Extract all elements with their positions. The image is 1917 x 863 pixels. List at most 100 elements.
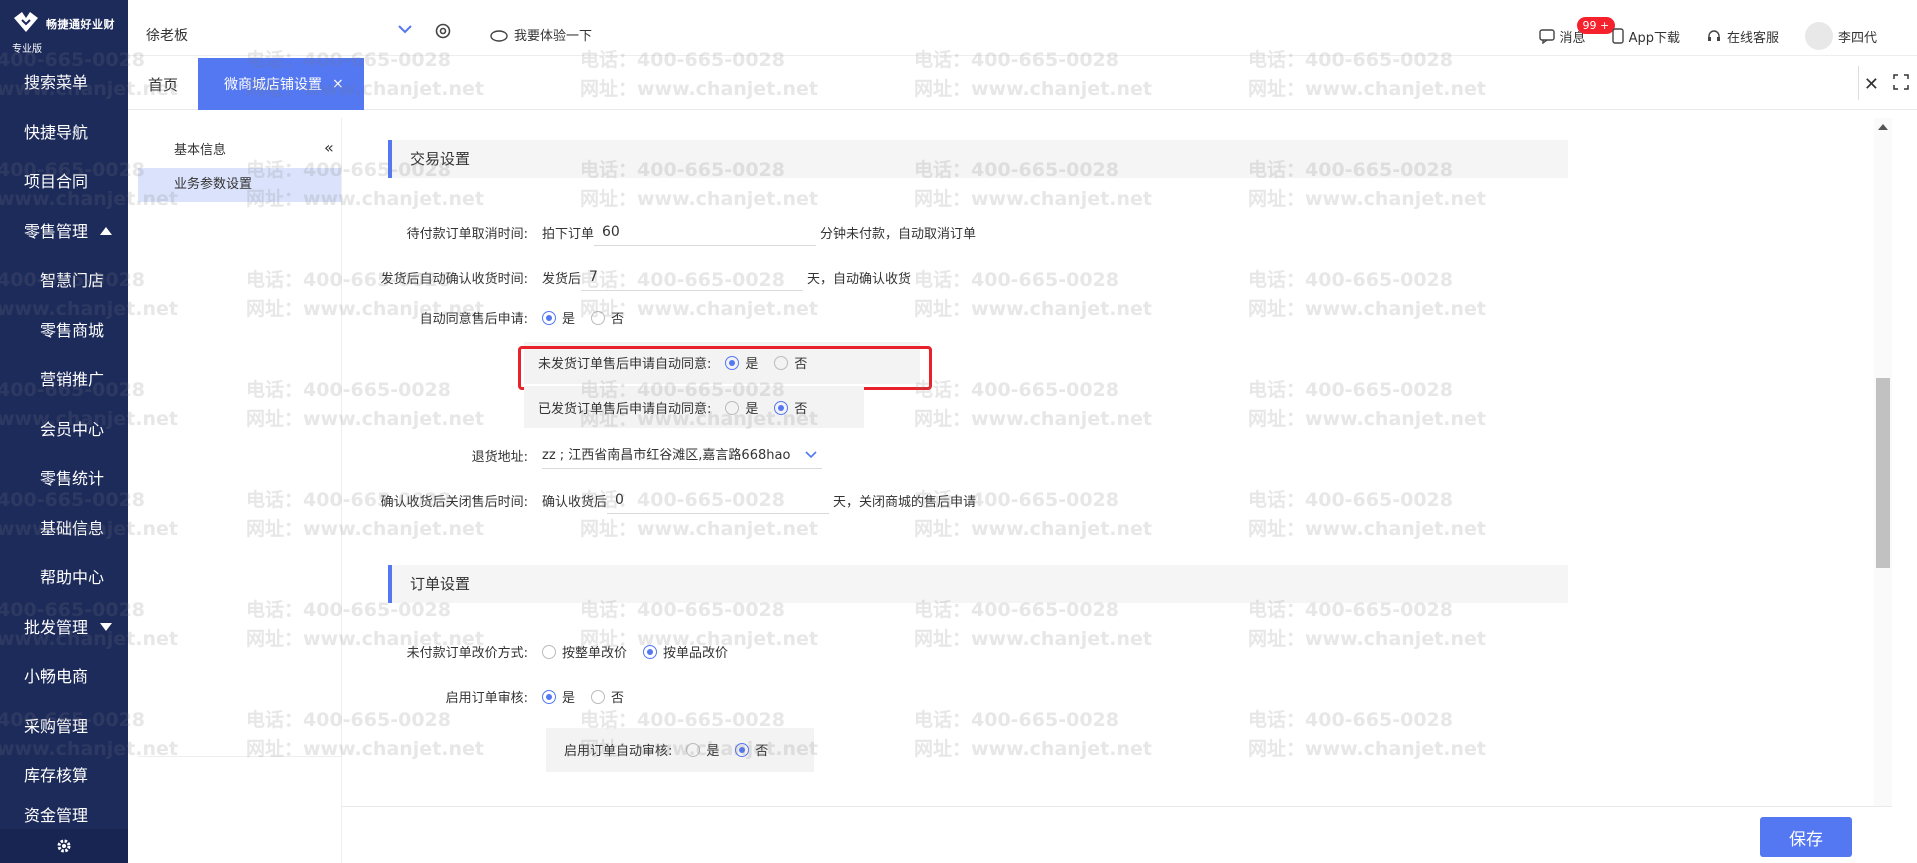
sidebar-item[interactable]: 会员中心 (0, 405, 128, 455)
sidebar-item-label: 库存核算 (24, 766, 89, 785)
sidebar-settings[interactable] (0, 829, 128, 863)
footer-bar: 保存 (342, 806, 1892, 863)
scrollbar[interactable] (1874, 118, 1892, 808)
radio-label: 按单品改价 (663, 646, 729, 661)
message-icon (1538, 29, 1555, 44)
sidebar-item[interactable]: 项目合同 (0, 157, 128, 207)
radio-shipped-no[interactable]: 否 (774, 398, 807, 417)
close-icon[interactable]: × (332, 76, 344, 92)
field-label: 退货地址: (471, 449, 528, 465)
online-service-button[interactable]: 在线客服 (1706, 27, 1779, 46)
radio-auto-agree-no[interactable]: 否 (591, 308, 624, 327)
sidebar-item[interactable]: 帮助中心 (0, 553, 128, 603)
row-auto-agree: 自动同意售后申请: 是 否 (342, 308, 640, 327)
sidebar-item[interactable]: 零售商城 (0, 306, 128, 356)
radio-icon (542, 310, 556, 325)
sidebar-item-label: 搜索菜单 (24, 73, 89, 92)
radio-price-whole-order[interactable]: 按整单改价 (542, 642, 627, 661)
sidebar-item[interactable]: 基础信息 (0, 504, 128, 554)
chevron-down-icon (805, 451, 817, 459)
scrollbar-thumb[interactable] (1876, 378, 1890, 568)
fullscreen-icon[interactable] (1893, 74, 1909, 90)
scroll-up-arrow-icon[interactable] (1878, 124, 1888, 130)
radio-audit-yes[interactable]: 是 (542, 687, 575, 706)
tab-shop-settings[interactable]: 微商城店铺设置 × (198, 58, 364, 110)
tab-home[interactable]: 首页 (148, 74, 178, 95)
radio-price-per-item[interactable]: 按单品改价 (643, 642, 728, 661)
sidebar-item[interactable]: 搜索菜单 (0, 58, 128, 108)
phone-icon (1611, 28, 1624, 44)
tenant-name[interactable]: 徐老板 (146, 25, 188, 45)
settings-subnav: 基本信息 业务参数设置 « (138, 118, 342, 863)
caret-up-icon (100, 227, 113, 236)
sidebar-item-label: 智慧门店 (40, 271, 105, 290)
radio-label: 是 (562, 691, 576, 706)
field-suffix: 分钟未付款，自动取消订单 (820, 226, 977, 242)
topbar-actions: 消息 99 + App下载 在线客服 李四代 (1538, 16, 1877, 50)
radio-auto-agree-yes[interactable]: 是 (542, 308, 575, 327)
radio-label: 是 (562, 312, 576, 327)
app-download-button[interactable]: App下载 (1611, 27, 1680, 46)
radio-auto-audit-yes[interactable]: 是 (686, 740, 719, 759)
logo-icon (14, 12, 38, 32)
sidebar-item-label: 帮助中心 (40, 568, 105, 587)
sidebar-item[interactable]: 零售管理 (0, 207, 128, 257)
close-all-tabs-button[interactable]: ✕ (1864, 74, 1879, 95)
field-prefix: 确认收货后 (542, 494, 608, 510)
chevron-down-icon[interactable] (398, 24, 412, 34)
try-experience-link[interactable]: 我要体验一下 (490, 25, 592, 44)
radio-auto-audit-no[interactable]: 否 (735, 740, 768, 759)
user-name: 李四代 (1837, 30, 1877, 46)
topbar: 徐老板 我要体验一下 消息 99 + App下载 在线客服 李四代 (128, 0, 1917, 56)
tab-label: 微商城店铺设置 (224, 77, 322, 93)
gear-icon (57, 839, 71, 853)
subnav-item-basic-info[interactable]: 基本信息 (138, 134, 341, 168)
sidebar-item[interactable]: 快捷导航 (0, 108, 128, 158)
subnav-item-business-params[interactable]: 业务参数设置 (138, 168, 341, 202)
section-title-order: 订单设置 (388, 565, 1568, 603)
field-prefix: 发货后 (542, 271, 582, 287)
sidebar-item-label: 营销推广 (40, 370, 105, 389)
sidebar-item[interactable]: 资金管理 (0, 801, 128, 831)
field-label: 待付款订单取消时间: (406, 226, 528, 242)
field-label: 发货后自动确认收货时间: (380, 271, 528, 287)
radio-audit-no[interactable]: 否 (591, 687, 624, 706)
gear-icon[interactable] (434, 22, 452, 40)
sidebar-item[interactable]: 批发管理 (0, 603, 128, 653)
sidebar-item[interactable]: 营销推广 (0, 355, 128, 405)
sidebar-item-label: 项目合同 (24, 172, 89, 191)
user-menu[interactable]: 李四代 (1804, 22, 1877, 50)
auto-confirm-days-input[interactable]: 7 (581, 263, 804, 291)
radio-label: 否 (611, 691, 625, 706)
field-label: 已发货订单售后申请自动同意: (538, 402, 712, 417)
collapse-double-left-icon[interactable]: « (324, 138, 334, 157)
field-suffix: 天，关闭商城的售后申请 (833, 494, 977, 510)
settings-content: 交易设置 待付款订单取消时间: 拍下订单 60 分钟未付款，自动取消订单 发货后… (342, 118, 1874, 863)
radio-label: 否 (755, 744, 769, 759)
field-label: 启用订单自动审核: (564, 744, 673, 759)
online-service-label: 在线客服 (1726, 30, 1779, 46)
logo[interactable]: 畅捷通好业财 专业版 (0, 0, 128, 56)
unpaid-cancel-minutes-input[interactable]: 60 (594, 218, 817, 246)
radio-icon (591, 310, 606, 325)
sidebar-item-label: 基础信息 (40, 518, 105, 538)
sidebar-item[interactable]: 小畅电商 (0, 652, 128, 702)
messages-button[interactable]: 消息 99 + (1538, 16, 1616, 46)
save-button[interactable]: 保存 (1760, 817, 1852, 857)
sidebar: 畅捷通好业财 专业版 搜索菜单快捷导航项目合同零售管理智慧门店零售商城营销推广会… (0, 0, 128, 863)
row-enable-audit: 启用订单审核: 是 否 (342, 687, 640, 706)
cloud-icon (490, 29, 508, 42)
return-address-select[interactable]: zz ; 江西省南昌市红谷滩区,嘉言路668hao (542, 441, 822, 469)
sidebar-item[interactable]: 智慧门店 (0, 256, 128, 306)
sidebar-item[interactable]: 零售统计 (0, 454, 128, 504)
sidebar-item[interactable]: 采购管理 (0, 702, 128, 752)
row-auto-confirm: 发货后自动确认收货时间: 发货后 7 天，自动确认收货 (342, 263, 911, 291)
close-after-confirm-days-input[interactable]: 0 (607, 486, 830, 514)
highlight-box (518, 346, 932, 390)
sidebar-item[interactable]: 库存核算 (0, 751, 128, 801)
select-value: zz ; 江西省南昌市红谷滩区,嘉言路668hao (542, 448, 791, 463)
section-title-trade: 交易设置 (388, 140, 1568, 178)
radio-shipped-yes[interactable]: 是 (725, 398, 758, 417)
field-suffix: 天，自动确认收货 (807, 271, 912, 287)
field-label: 自动同意售后申请: (419, 312, 528, 327)
